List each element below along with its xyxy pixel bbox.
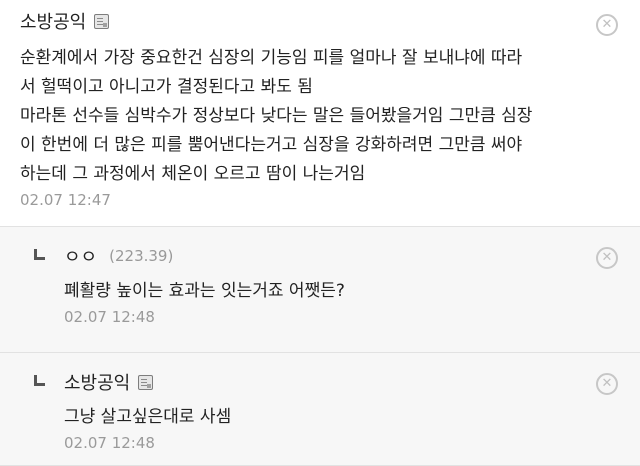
- memo-icon: [138, 374, 154, 390]
- nickname[interactable]: ㅇㅇ: [64, 243, 97, 269]
- nickname[interactable]: 소방공익: [20, 8, 86, 34]
- reply-header: ㅇㅇ (223.39): [64, 243, 640, 269]
- comment-top: 소방공익 순환계에서 가장 중요한건 심장의 기능임 피를 얼마나 잘 보내냐에…: [0, 0, 640, 226]
- reply-comment: 소방공익 그냥 살고싶은대로 사셈 02.07 12:48 ✕: [0, 352, 640, 466]
- close-circle-icon[interactable]: ✕: [596, 14, 618, 36]
- close-circle-icon[interactable]: ✕: [596, 373, 618, 395]
- nickname[interactable]: 소방공익: [64, 369, 130, 395]
- reply-date: 02.07 12:48: [64, 308, 155, 326]
- reply-arrow-icon: [34, 375, 45, 386]
- reply-text: 그냥 살고싶은대로 사셈: [64, 407, 232, 427]
- reply-comment: ㅇㅇ (223.39) 폐활량 높이는 효과는 잇는거죠 어쨋든? 02.07 …: [0, 226, 640, 352]
- reply-text: 폐활량 높이는 효과는 잇는거죠 어쨋든?: [64, 281, 345, 301]
- ip-address: (223.39): [109, 247, 174, 265]
- close-circle-icon[interactable]: ✕: [596, 247, 618, 269]
- reply-arrow-icon: [34, 249, 45, 260]
- comment-text: 순환계에서 가장 중요한건 심장의 기능임 피를 얼마나 잘 보내냐에 따라 서…: [20, 48, 533, 184]
- reply-date: 02.07 12:48: [64, 434, 155, 452]
- comment-header: 소방공익: [20, 8, 640, 34]
- comment-date: 02.07 12:47: [20, 191, 111, 209]
- memo-icon: [94, 13, 110, 29]
- reply-header: 소방공익: [64, 369, 640, 395]
